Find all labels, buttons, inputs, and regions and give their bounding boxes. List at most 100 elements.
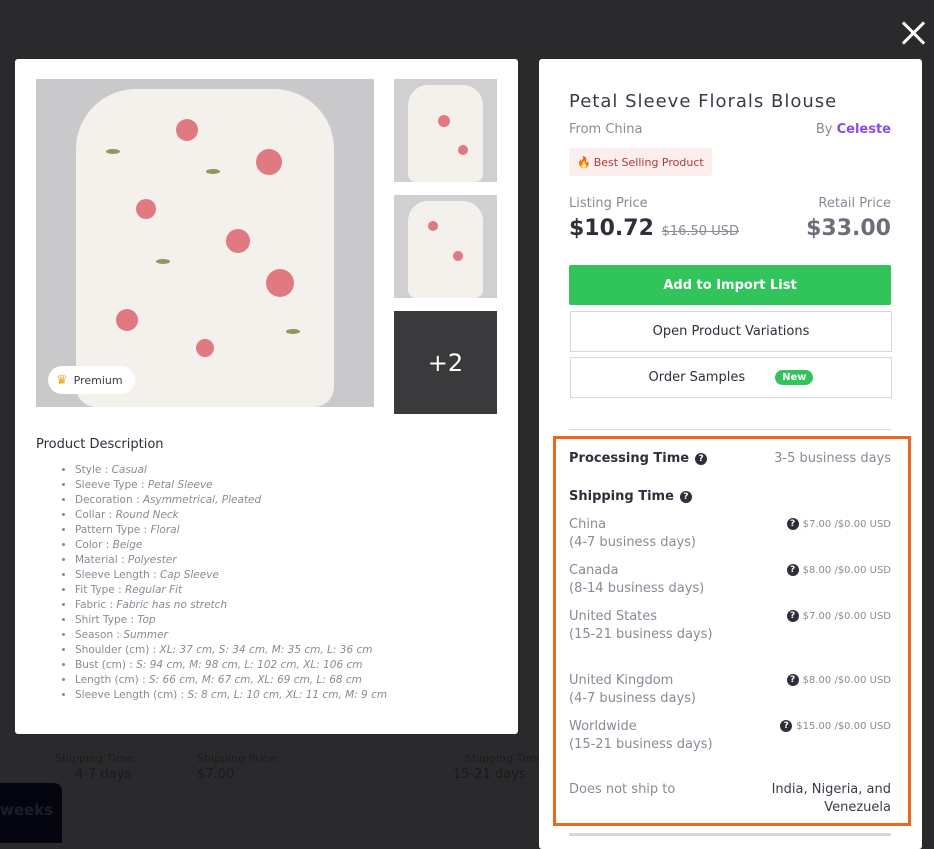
delivery-time: (15-21 business days): [569, 737, 713, 752]
shipping-row: United Kingdom (4-7 business days)? $8.00 …: [569, 672, 891, 708]
bg-shipping-time-2: 15-21 days: [453, 767, 526, 782]
attr-value: Fabric has no stretch: [116, 599, 228, 611]
attr-value: Cap Sleeve: [159, 569, 219, 581]
help-icon[interactable]: ?: [786, 674, 799, 686]
shipping-time-header: Shipping Time?: [569, 488, 891, 506]
bg-shipping-time-label: Shipping Time:: [55, 752, 138, 765]
attr-value: Regular Fit: [124, 584, 183, 596]
attr-key: Color: [75, 539, 103, 551]
help-icon[interactable]: ?: [695, 452, 708, 465]
attr-key: Bust (cm): [75, 659, 126, 671]
description-item: Material : Polyester: [75, 553, 387, 568]
description-item: Sleeve Length : Cap Sleeve: [75, 568, 387, 583]
description-item: Fabric : Fabric has no stretch: [75, 598, 387, 613]
description-item: Collar : Round Neck: [75, 508, 387, 523]
delivery-time: (4-7 business days): [569, 691, 696, 706]
attr-key: Shoulder (cm): [75, 644, 150, 656]
country: China: [569, 517, 607, 532]
shipping-row: Worldwide (15-21 business days)? $15.00 /$…: [569, 718, 891, 754]
retail-price: $33.00: [806, 216, 891, 241]
attr-key: Material: [75, 554, 118, 566]
country: United States: [569, 609, 658, 624]
attr-key: Collar: [75, 509, 106, 521]
attr-key: Season: [75, 629, 114, 641]
description-item: Fit Type : Regular Fit: [75, 583, 387, 598]
premium-label: Premium: [73, 373, 123, 387]
attr-value: Round Neck: [115, 509, 179, 521]
bg-shipping-time: 4-7 days: [75, 767, 132, 782]
listing-price-label: Listing Price: [569, 196, 648, 211]
original-price: $16.50 USD: [661, 224, 739, 239]
gallery-panel: ♛ Premium +2 Product Description Style : …: [15, 59, 518, 734]
attr-key: Pattern Type: [75, 524, 141, 536]
bg-shipping-price-label: Shipping Price:: [197, 752, 280, 765]
description-item: Sleeve Length (cm) : S: 8 cm, L: 10 cm, …: [75, 688, 387, 703]
help-icon[interactable]: ?: [786, 610, 799, 622]
attr-key: Sleeve Type: [75, 479, 138, 491]
shipping-cost: $15.00 /$0.00 USD: [796, 721, 891, 732]
attr-key: Style: [75, 464, 102, 476]
delivery-time: (4-7 business days): [569, 535, 696, 550]
no-ship-countries: India, Nigeria, and Venezuela: [771, 782, 891, 815]
shipping-cost: $8.00 /$0.00 USD: [802, 675, 891, 686]
description-item: Season : Summer: [75, 628, 387, 643]
origin: From China: [569, 122, 643, 137]
seller-link[interactable]: Celeste: [837, 122, 891, 137]
shipping-row: Canada (8-14 business days)? $8.00 /$0.00 …: [569, 562, 891, 598]
new-badge: New: [775, 370, 814, 385]
add-to-import-list-button[interactable]: Add to Import List: [569, 265, 891, 305]
attr-key: Fabric: [75, 599, 107, 611]
product-info-panel: Petal Sleeve Florals Blouse From China B…: [539, 59, 922, 849]
shipping-cost: $7.00 /$0.00 USD: [802, 611, 891, 622]
attr-key: Shirt Type: [75, 614, 128, 626]
description-item: Sleeve Type : Petal Sleeve: [75, 478, 387, 493]
attr-value: S: 66 cm, M: 67 cm, XL: 69 cm, L: 68 cm: [148, 674, 362, 686]
blouse-image: [76, 89, 334, 407]
no-ship-label: Does not ship to: [569, 782, 676, 797]
product-title: Petal Sleeve Florals Blouse: [569, 91, 838, 112]
delivery-time: (15-21 business days): [569, 627, 713, 642]
attr-value: Top: [137, 614, 156, 626]
order-samples-label: Order Samples: [648, 370, 746, 385]
description-item: Shirt Type : Top: [75, 613, 387, 628]
description-item: Decoration : Asymmetrical, Pleated: [75, 493, 387, 508]
shipping-time-label: Shipping Time: [569, 489, 674, 504]
attr-value: Asymmetrical, Pleated: [142, 494, 262, 506]
description-title: Product Description: [36, 437, 164, 452]
attr-value: XL: 37 cm, S: 34 cm, M: 35 cm, L: 36 cm: [159, 644, 373, 656]
attr-key: Fit Type: [75, 584, 115, 596]
processing-time-label: Processing Time: [569, 451, 690, 466]
more-images-thumbnail[interactable]: +2: [394, 311, 497, 414]
thumbnail-2[interactable]: [394, 195, 497, 298]
attr-value: Summer: [123, 629, 168, 641]
bg-shipping-time-label-2: Shipping Time:: [465, 752, 548, 765]
help-icon[interactable]: ?: [786, 564, 799, 576]
shipping-cost: $7.00 /$0.00 USD: [802, 519, 891, 530]
premium-badge: ♛ Premium: [48, 366, 135, 394]
description-item: Length (cm) : S: 66 cm, M: 67 cm, XL: 69…: [75, 673, 387, 688]
attr-key: Decoration: [75, 494, 133, 506]
retail-price-label: Retail Price: [818, 196, 891, 211]
attr-value: Polyester: [127, 554, 177, 566]
help-icon[interactable]: ?: [780, 720, 793, 732]
main-product-image: ♛ Premium: [36, 79, 374, 407]
bg-weeks-banner: weeks: [0, 783, 62, 843]
description-item: Color : Beige: [75, 538, 387, 553]
fire-icon: 🔥: [577, 155, 591, 169]
description-item: Style : Casual: [75, 463, 387, 478]
country: Worldwide: [569, 719, 637, 734]
attr-value: S: 8 cm, L: 10 cm, XL: 11 cm, M: 9 cm: [187, 689, 388, 701]
by-label: By: [815, 122, 833, 137]
attr-key: Length (cm): [75, 674, 139, 686]
open-product-variations-button[interactable]: Open Product Variations: [570, 311, 892, 352]
thumbnail-1[interactable]: [394, 79, 497, 182]
close-icon[interactable]: [900, 20, 926, 46]
attr-value: Beige: [112, 539, 143, 551]
help-icon[interactable]: ?: [786, 518, 799, 530]
description-item: Bust (cm) : S: 94 cm, M: 98 cm, L: 102 c…: [75, 658, 387, 673]
help-icon[interactable]: ?: [679, 490, 692, 503]
attr-value: S: 94 cm, M: 98 cm, L: 102 cm, XL: 106 c…: [136, 659, 363, 671]
listing-price: $10.72 $16.50 USD: [569, 216, 739, 241]
order-samples-button[interactable]: Order Samples New: [570, 357, 892, 398]
attr-value: Petal Sleeve: [147, 479, 213, 491]
